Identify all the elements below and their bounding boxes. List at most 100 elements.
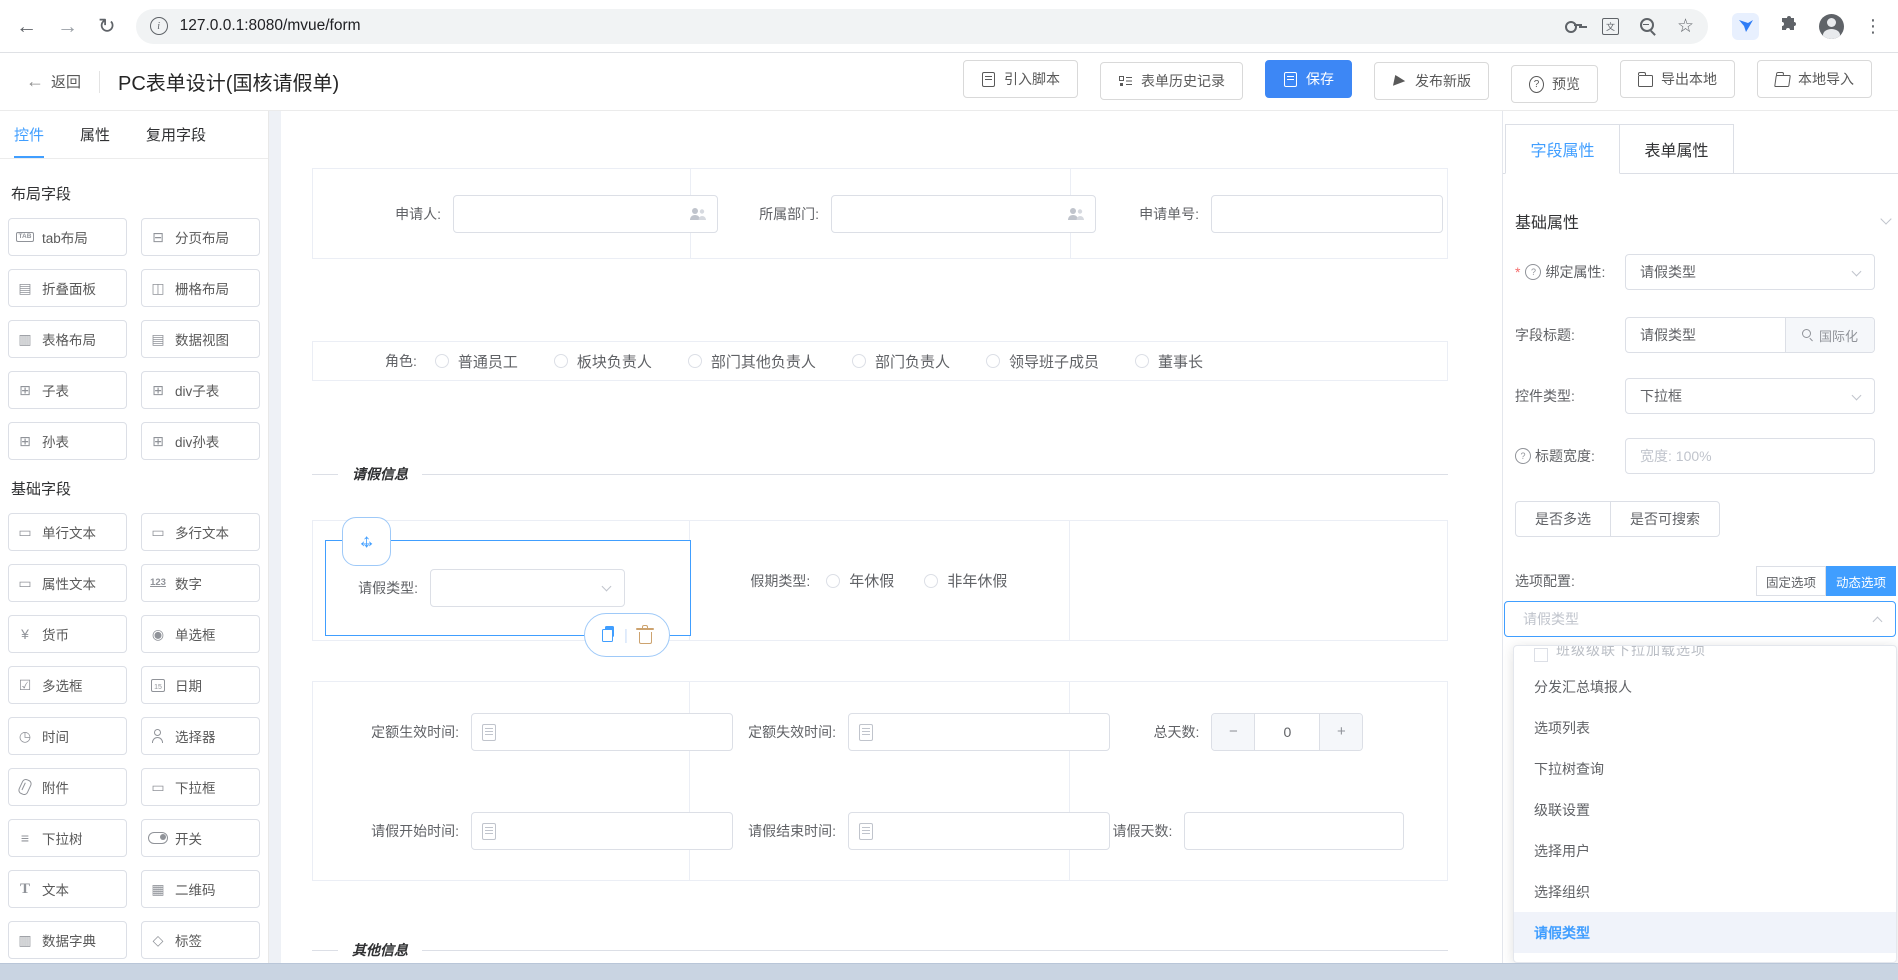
quota-start-input[interactable] xyxy=(471,713,733,751)
role-option[interactable]: 部门其他负责人 xyxy=(688,351,816,372)
address-bar[interactable]: i 127.0.0.1:8080/mvue/form 文 ☆ xyxy=(136,9,1708,44)
dynamic-options-button[interactable]: 动态选项 xyxy=(1826,566,1896,596)
zoom-out-icon[interactable] xyxy=(1639,17,1657,35)
widget-item-paperclip[interactable]: 附件 xyxy=(8,768,127,806)
field-total-days[interactable]: 总天数: − 0 + xyxy=(1070,682,1447,781)
bind-attribute-select[interactable]: 请假类型 xyxy=(1625,254,1875,290)
widget-item-textarea[interactable]: ▭多行文本 xyxy=(141,513,260,551)
widget-item-textarea[interactable]: ▭属性文本 xyxy=(8,564,127,602)
dropdown-item[interactable]: 下拉树查询 xyxy=(1514,748,1896,789)
move-handle[interactable] xyxy=(342,517,391,566)
copy-widget-icon[interactable] xyxy=(602,629,613,642)
local-import-button[interactable]: 本地导入 xyxy=(1757,60,1872,98)
widget-item-currency[interactable]: ¥货币 xyxy=(8,615,127,653)
widget-item-grid[interactable]: ◫栅格布局 xyxy=(141,269,260,307)
field-applicant[interactable]: 申请人: xyxy=(313,169,691,258)
taskbar[interactable] xyxy=(0,963,1898,980)
widget-item-table[interactable]: ▥表格布局 xyxy=(8,320,127,358)
role-option[interactable]: 板块负责人 xyxy=(554,351,652,372)
widget-item-text[interactable]: T文本 xyxy=(8,870,127,908)
dropdown-item[interactable]: 级联设置 xyxy=(1514,789,1896,830)
widget-item-subtable[interactable]: ⊞孙表 xyxy=(8,422,127,460)
password-key-icon[interactable] xyxy=(1564,17,1582,35)
field-leave-start[interactable]: 请假开始时间: xyxy=(313,781,690,880)
widget-item-subtable[interactable]: ⊞div孙表 xyxy=(141,422,260,460)
multi-select-toggle-button[interactable]: 是否多选 xyxy=(1515,501,1611,537)
role-option[interactable]: 领导班子成员 xyxy=(986,351,1099,372)
browser-profile-avatar[interactable] xyxy=(1819,14,1844,39)
leave-start-input[interactable] xyxy=(471,812,733,850)
section-basic-props[interactable]: 基础属性 xyxy=(1515,209,1890,233)
i18n-button[interactable]: 国际化 xyxy=(1785,318,1874,352)
widget-item-qrcode[interactable]: ▦二维码 xyxy=(141,870,260,908)
leave-days-input[interactable] xyxy=(1184,812,1404,850)
help-icon[interactable]: ? xyxy=(1525,264,1541,280)
widget-item-input[interactable]: ▭单行文本 xyxy=(8,513,127,551)
stepper-value[interactable]: 0 xyxy=(1254,714,1320,750)
form-canvas[interactable]: 申请人: 所属部门: 申请单号: 角色: 普通员工板块负责人部门其他负责人部门负… xyxy=(269,111,1502,980)
holiday-option[interactable]: 非年休假 xyxy=(924,570,1007,591)
stepper-plus-button[interactable]: + xyxy=(1320,714,1362,750)
role-option[interactable]: 董事长 xyxy=(1135,351,1203,372)
import-script-button[interactable]: 引入脚本 xyxy=(963,60,1078,98)
widget-item-number[interactable]: 123数字 xyxy=(141,564,260,602)
holiday-type-cell[interactable]: 假期类型: 年休假非年休假 xyxy=(690,521,1069,640)
translate-icon[interactable]: 文 xyxy=(1602,18,1619,35)
dynamic-option-select[interactable]: 请假类型 xyxy=(1504,601,1896,637)
panel-tab-表单属性[interactable]: 表单属性 xyxy=(1619,124,1734,173)
widget-item-select[interactable]: ▭下拉框 xyxy=(141,768,260,806)
applicant-input[interactable] xyxy=(453,195,718,233)
sidebar-tab-复用字段[interactable]: 复用字段 xyxy=(146,111,206,158)
widget-item-subtable[interactable]: ⊞子表 xyxy=(8,371,127,409)
control-type-select[interactable]: 下拉框 xyxy=(1625,378,1875,414)
field-request-no[interactable]: 申请单号: xyxy=(1071,169,1447,258)
widget-item-date[interactable]: 15日期 xyxy=(141,666,260,704)
title-width-input[interactable]: 宽度: 100% xyxy=(1625,438,1875,474)
url-text[interactable]: 127.0.0.1:8080/mvue/form xyxy=(180,17,1552,35)
browser-forward-icon[interactable]: → xyxy=(57,16,78,37)
widget-item-book[interactable]: ▥数据字典 xyxy=(8,921,127,959)
leave-end-input[interactable] xyxy=(848,812,1110,850)
field-department[interactable]: 所属部门: xyxy=(691,169,1071,258)
selected-widget-leave-type[interactable]: 请假类型: | xyxy=(325,540,691,636)
widget-item-tag[interactable]: ◇标签 xyxy=(141,921,260,959)
form-history-button[interactable]: 表单历史记录 xyxy=(1100,62,1243,100)
stepper-minus-button[interactable]: − xyxy=(1212,714,1254,750)
browser-reload-icon[interactable]: ↻ xyxy=(98,16,116,37)
back-button[interactable]: ← 返回 xyxy=(26,71,81,92)
widget-item-checkbox[interactable]: ☑多选框 xyxy=(8,666,127,704)
leave-type-select[interactable] xyxy=(430,569,625,607)
field-quota-end[interactable]: 定额失效时间: xyxy=(690,682,1070,781)
widget-item-collapse[interactable]: ▤折叠面板 xyxy=(8,269,127,307)
widget-item-pagination[interactable]: ⊟分页布局 xyxy=(141,218,260,256)
extensions-puzzle-icon[interactable] xyxy=(1779,16,1799,36)
panel-tab-字段属性[interactable]: 字段属性 xyxy=(1505,124,1620,174)
site-info-icon[interactable]: i xyxy=(150,17,168,35)
request-no-input[interactable] xyxy=(1211,195,1443,233)
widget-item-dataview[interactable]: ▤数据视图 xyxy=(141,320,260,358)
widget-item-subtable[interactable]: ⊞div子表 xyxy=(141,371,260,409)
dropdown-item[interactable]: 请假类型 xyxy=(1514,912,1896,953)
widget-item-person[interactable]: 选择器 xyxy=(141,717,260,755)
dropdown-item-partial[interactable]: 班级级联下拉加载选项 xyxy=(1514,646,1896,666)
widget-item-tree[interactable]: ≡下拉树 xyxy=(8,819,127,857)
quota-end-input[interactable] xyxy=(848,713,1110,751)
widget-item-switch[interactable]: 开关 xyxy=(141,819,260,857)
searchable-toggle-button[interactable]: 是否可搜索 xyxy=(1610,501,1720,537)
field-leave-end[interactable]: 请假结束时间: xyxy=(690,781,1070,880)
widget-item-tab[interactable]: TABtab布局 xyxy=(8,218,127,256)
preview-button[interactable]: ?预览 xyxy=(1511,65,1598,103)
delete-widget-icon[interactable] xyxy=(639,632,652,644)
sidebar-tab-控件[interactable]: 控件 xyxy=(14,111,44,158)
browser-extension-bird-icon[interactable] xyxy=(1732,13,1759,40)
role-option[interactable]: 普通员工 xyxy=(435,351,518,372)
field-leave-days[interactable]: 请假天数: xyxy=(1070,781,1447,880)
widget-item-time[interactable]: ◷时间 xyxy=(8,717,127,755)
holiday-option[interactable]: 年休假 xyxy=(826,570,894,591)
help-icon[interactable]: ? xyxy=(1515,448,1531,464)
field-title-input[interactable]: 请假类型 xyxy=(1626,318,1785,352)
save-button[interactable]: 保存 xyxy=(1265,60,1352,98)
fixed-options-button[interactable]: 固定选项 xyxy=(1756,566,1826,596)
sidebar-tab-属性[interactable]: 属性 xyxy=(80,111,110,158)
dropdown-item[interactable]: 选择组织 xyxy=(1514,871,1896,912)
